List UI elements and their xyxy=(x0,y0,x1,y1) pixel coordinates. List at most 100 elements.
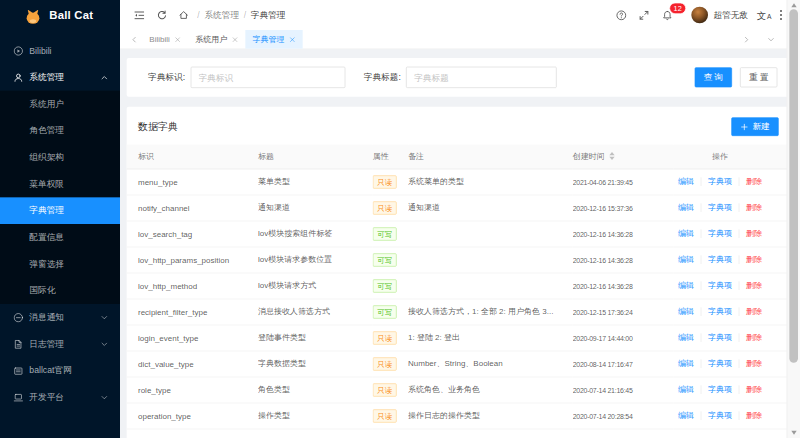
tab-dict-mgmt[interactable]: 字典管理 xyxy=(245,30,302,49)
dict-items-link[interactable]: 字典项 xyxy=(708,333,732,342)
dict-items-link[interactable]: 字典项 xyxy=(708,203,732,212)
attr-tag: 可写 xyxy=(373,279,397,292)
edit-link[interactable]: 编辑 xyxy=(678,385,694,394)
sidebar-item-label: 组织架构 xyxy=(29,151,64,163)
tab-system-users[interactable]: 系统用户 xyxy=(188,30,245,49)
help-icon[interactable] xyxy=(616,10,627,21)
dict-items-link[interactable]: 字典项 xyxy=(708,411,732,420)
edit-link[interactable]: 编辑 xyxy=(678,177,694,186)
sidebar-item-system[interactable]: 系统管理 xyxy=(0,64,120,91)
cell-attr: 只读 xyxy=(373,169,408,195)
sidebar-item-notification[interactable]: 消息通知 xyxy=(0,304,120,331)
reload-icon[interactable] xyxy=(157,10,168,21)
sidebar-item-org[interactable]: 组织架构 xyxy=(0,144,120,171)
sort-icon[interactable] xyxy=(609,152,614,160)
menu-fold-icon[interactable] xyxy=(134,10,145,21)
cell-title: 通知渠道 xyxy=(258,195,373,221)
table-row: login_event_type登陆事件类型只读1: 登陆 2: 登出2020-… xyxy=(127,325,794,351)
delete-link[interactable]: 删除 xyxy=(746,359,762,368)
tabs-menu-icon[interactable] xyxy=(767,36,774,43)
sidebar-item-dict-mgmt[interactable]: 字典管理 xyxy=(0,197,120,224)
page-scrollbar[interactable] xyxy=(787,0,800,438)
cell-created: 2020-07-14 20:28:54 xyxy=(573,403,674,429)
sidebar-item-bilibili[interactable]: Bilibili xyxy=(0,37,120,64)
dict-items-link[interactable]: 字典项 xyxy=(708,385,732,394)
cell-id: lov_search_tag xyxy=(127,221,258,247)
dict-items-link[interactable]: 字典项 xyxy=(708,229,732,238)
edit-link[interactable]: 编辑 xyxy=(678,255,694,264)
delete-link[interactable]: 删除 xyxy=(746,229,762,238)
dict-items-link[interactable]: 字典项 xyxy=(708,307,732,316)
cell-attr: 只读 xyxy=(373,377,408,403)
edit-link[interactable]: 编辑 xyxy=(678,359,694,368)
sidebar-item-logs[interactable]: 日志管理 xyxy=(0,331,120,358)
sidebar-item-i18n[interactable]: 国际化 xyxy=(0,277,120,304)
reset-button[interactable]: 重置 xyxy=(740,67,777,87)
sidebar: Ball Cat Bilibili 系统管理 系统用户 角色管理 组织架构 菜单… xyxy=(0,0,120,438)
close-icon[interactable] xyxy=(289,36,295,42)
search-form: 字典标识: 字典标题: 查询 重置 xyxy=(127,58,794,97)
action-divider xyxy=(701,178,702,187)
logo[interactable]: Ball Cat xyxy=(0,0,120,32)
table-row: role_type角色类型只读系统角色、业务角色2020-07-14 21:16… xyxy=(127,377,794,403)
col-created[interactable]: 创建时间 xyxy=(573,145,674,169)
home-icon[interactable] xyxy=(179,10,189,20)
delete-link[interactable]: 删除 xyxy=(746,333,762,342)
dict-title-input[interactable] xyxy=(406,67,557,88)
play-circle-icon xyxy=(13,46,23,56)
sidebar-item-dev-platform[interactable]: 开发平台 xyxy=(0,384,120,411)
delete-link[interactable]: 删除 xyxy=(746,307,762,316)
sidebar-item-config[interactable]: 配置信息 xyxy=(0,224,120,251)
sidebar-item-system-users[interactable]: 系统用户 xyxy=(0,91,120,118)
sidebar-item-role-mgmt[interactable]: 角色管理 xyxy=(0,117,120,144)
search-button[interactable]: 查询 xyxy=(695,67,732,87)
dict-items-link[interactable]: 字典项 xyxy=(708,359,732,368)
close-icon[interactable] xyxy=(232,36,238,42)
dict-items-link[interactable]: 字典项 xyxy=(708,177,732,186)
dict-code-input[interactable] xyxy=(190,67,345,88)
delete-link[interactable]: 删除 xyxy=(746,203,762,212)
breadcrumb-item[interactable]: 系统管理 xyxy=(204,9,239,21)
scrollbar-thumb[interactable] xyxy=(789,9,798,362)
fullscreen-icon[interactable] xyxy=(639,10,650,21)
tab-bilibili[interactable]: Bilibili xyxy=(142,30,188,49)
edit-link[interactable]: 编辑 xyxy=(678,229,694,238)
new-button[interactable]: 新建 xyxy=(731,117,778,136)
sidebar-item-menu-perm[interactable]: 菜单权限 xyxy=(0,171,120,198)
sidebar-item-ballcat-site[interactable]: ballcat官网 xyxy=(0,357,120,384)
chevron-up-icon xyxy=(101,74,108,81)
edit-link[interactable]: 编辑 xyxy=(678,203,694,212)
delete-link[interactable]: 删除 xyxy=(746,255,762,264)
table-header-row: 标识 标题 属性 备注 创建时间 操作 xyxy=(127,145,794,169)
cell-created: 2020-12-16 15:37:36 xyxy=(573,195,674,221)
edit-link[interactable]: 编辑 xyxy=(678,411,694,420)
scrollbar-up-arrow[interactable] xyxy=(791,3,796,7)
attr-tag: 只读 xyxy=(373,175,397,188)
delete-link[interactable]: 删除 xyxy=(746,385,762,394)
avatar[interactable] xyxy=(692,7,709,24)
tabs-scroll-left-icon[interactable] xyxy=(131,36,138,43)
edit-link[interactable]: 编辑 xyxy=(678,281,694,290)
cell-title: 角色类型 xyxy=(258,377,373,403)
dict-items-link[interactable]: 字典项 xyxy=(708,281,732,290)
edit-link[interactable]: 编辑 xyxy=(678,333,694,342)
tabs-scroll-right-icon[interactable] xyxy=(743,36,750,43)
sidebar-item-label: 日志管理 xyxy=(29,338,64,350)
action-divider xyxy=(701,282,702,291)
sidebar-item-popup-select[interactable]: 弹窗选择 xyxy=(0,251,120,278)
cell-remark: 接收人筛选方式，1: 全部 2: 用户角色 3... xyxy=(408,299,573,325)
close-icon[interactable] xyxy=(174,36,180,42)
notification-bell[interactable]: 12 xyxy=(662,10,673,21)
dict-items-link[interactable]: 字典项 xyxy=(708,255,732,264)
more-icon[interactable] xyxy=(780,9,782,21)
edit-link[interactable]: 编辑 xyxy=(678,307,694,316)
col-attr: 属性 xyxy=(373,145,408,169)
delete-link[interactable]: 删除 xyxy=(746,177,762,186)
translate-icon[interactable]: 文A xyxy=(757,10,771,19)
delete-link[interactable]: 删除 xyxy=(746,281,762,290)
delete-link[interactable]: 删除 xyxy=(746,411,762,420)
user-name[interactable]: 超管无敌 xyxy=(714,9,749,21)
cell-created: 2021-04-06 21:39:45 xyxy=(573,169,674,195)
sidebar-item-label: Bilibili xyxy=(29,46,51,56)
scrollbar-down-arrow[interactable] xyxy=(791,431,796,435)
